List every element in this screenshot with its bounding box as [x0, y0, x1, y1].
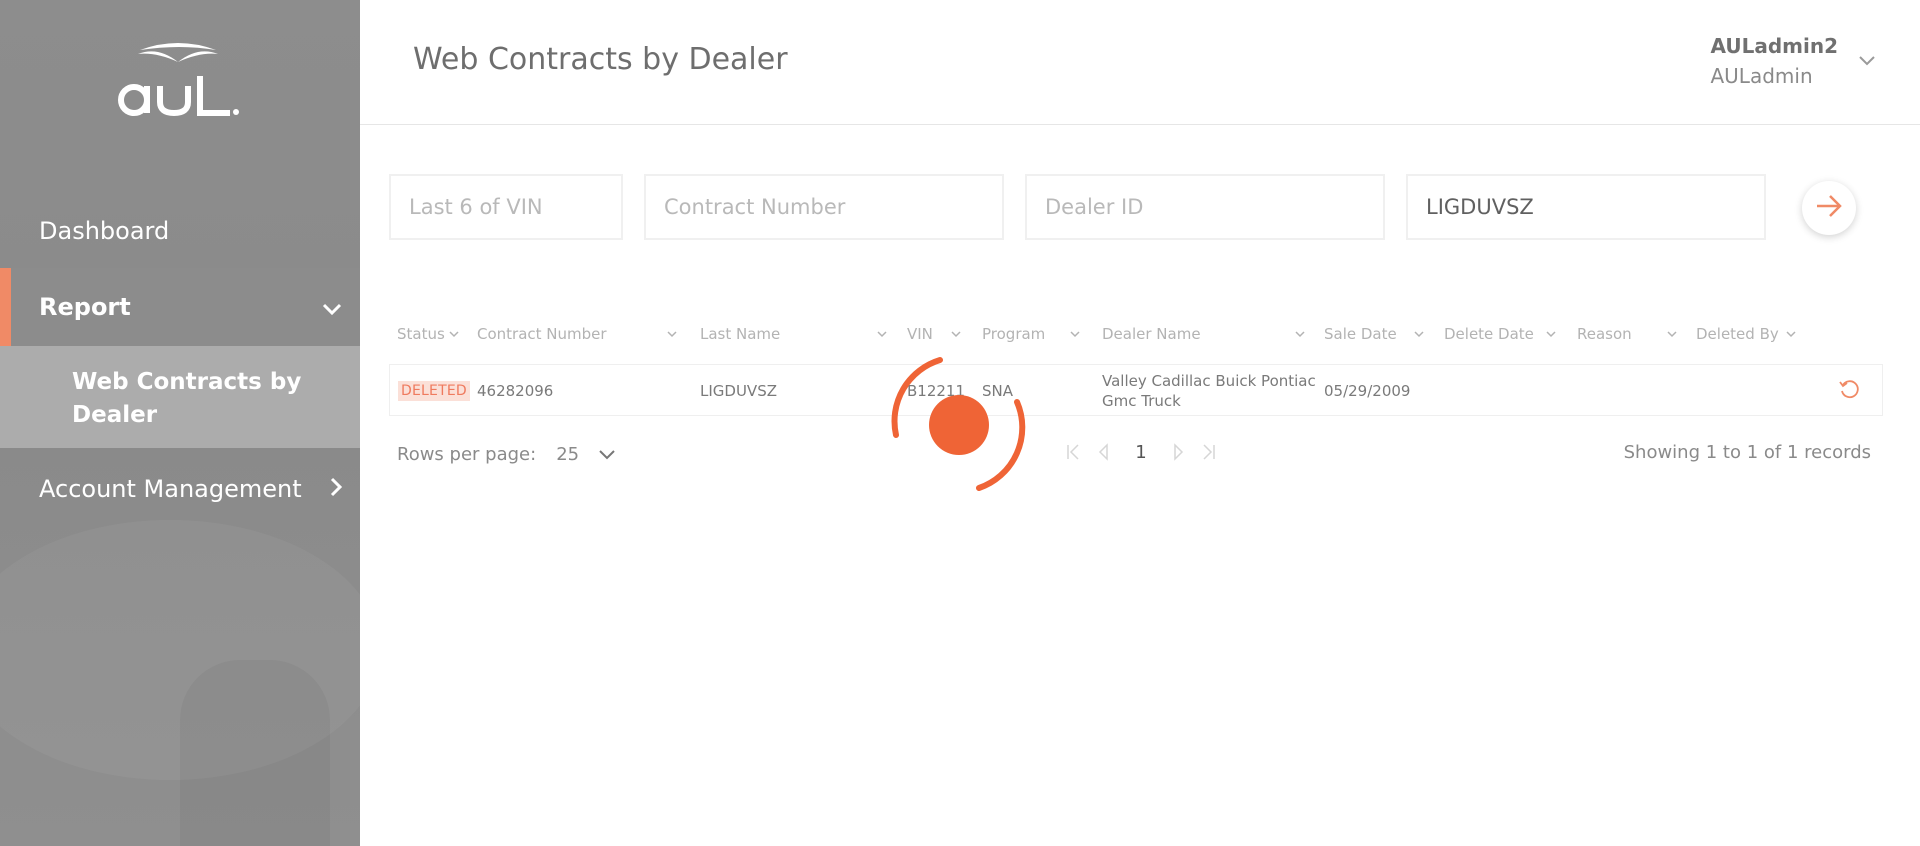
- sidebar-background-shape: [180, 660, 330, 846]
- chevron-down-icon: [667, 330, 677, 337]
- dealer-name-cell: Valley Cadillac Buick Pontiac Gmc Truck: [1102, 365, 1316, 417]
- loading-spinner: [886, 352, 1032, 498]
- user-role: AULadmin: [1710, 64, 1813, 88]
- sale-date-cell: 05/29/2009: [1324, 382, 1411, 400]
- rows-per-page-select[interactable]: 25: [556, 444, 579, 465]
- chevron-down-icon: [1414, 330, 1424, 337]
- column-header-label: Reason: [1577, 325, 1632, 343]
- status-badge: DELETED: [398, 381, 470, 401]
- sidebar-item-dashboard[interactable]: Dashboard: [0, 192, 360, 270]
- last-name-cell: LIGDUVSZ: [700, 382, 777, 400]
- chevron-down-icon: [322, 293, 342, 321]
- records-summary: Showing 1 to 1 of 1 records: [1623, 442, 1871, 463]
- first-page-icon[interactable]: [1064, 441, 1082, 463]
- last-name-input[interactable]: LIGDUVSZ: [1406, 174, 1766, 240]
- sidebar-item-label: Account Management: [39, 475, 302, 503]
- column-header-label: Delete Date: [1444, 325, 1534, 343]
- chevron-down-icon: [449, 330, 459, 337]
- active-indicator: [0, 268, 11, 346]
- rows-per-page: Rows per page: 25: [397, 444, 615, 465]
- chevron-down-icon: [877, 330, 887, 337]
- column-header-vin[interactable]: VIN: [907, 323, 961, 345]
- sidebar-item-web-contracts-by-dealer[interactable]: Web Contracts by Dealer: [0, 346, 360, 448]
- chevron-down-icon: [1295, 330, 1305, 337]
- search-submit-button[interactable]: [1802, 181, 1856, 235]
- column-header-status[interactable]: Status: [397, 323, 459, 345]
- column-header-dealer-name[interactable]: Dealer Name: [1102, 323, 1305, 345]
- column-header-label: VIN: [907, 325, 933, 343]
- status-cell: DELETED: [398, 365, 470, 417]
- contract-number-input[interactable]: Contract Number: [644, 174, 1004, 240]
- chevron-right-icon: [330, 475, 343, 503]
- spinner-core: [929, 395, 989, 455]
- user-menu[interactable]: AULadmin2 AULadmin: [1710, 34, 1838, 88]
- chevron-down-icon: [1667, 330, 1677, 337]
- column-header-reason[interactable]: Reason: [1577, 323, 1677, 345]
- column-header-label: Status: [397, 325, 445, 343]
- column-header-label: Last Name: [700, 325, 781, 343]
- sidebar: Dashboard Report Web Contracts by Dealer…: [0, 0, 360, 846]
- sidebar-item-label: Dashboard: [39, 217, 170, 245]
- column-header-program[interactable]: Program: [982, 323, 1080, 345]
- column-header-label: Program: [982, 325, 1046, 343]
- user-name: AULadmin2: [1710, 34, 1838, 58]
- sidebar-item-label: Web Contracts by Dealer: [72, 369, 302, 428]
- column-header-label: Contract Number: [477, 325, 607, 343]
- next-page-icon[interactable]: [1170, 441, 1188, 463]
- chevron-down-icon: [1546, 330, 1556, 337]
- current-page-number[interactable]: 1: [1124, 442, 1158, 463]
- chevron-down-icon[interactable]: [599, 444, 615, 465]
- dealer-id-input[interactable]: Dealer ID: [1025, 174, 1385, 240]
- column-header-deleted-by[interactable]: Deleted By: [1696, 323, 1796, 345]
- restore-icon: [1838, 378, 1860, 404]
- column-header-label: Sale Date: [1324, 325, 1397, 343]
- rows-per-page-label: Rows per page:: [397, 444, 537, 465]
- pagination-controls: 1: [1064, 441, 1218, 463]
- page-header: Web Contracts by Dealer AULadmin2 AULadm…: [360, 0, 1920, 125]
- aul-logo[interactable]: [118, 40, 244, 122]
- column-header-last-name[interactable]: Last Name: [700, 323, 887, 345]
- column-header-sale-date[interactable]: Sale Date: [1324, 323, 1424, 345]
- sidebar-item-account-management[interactable]: Account Management: [0, 450, 360, 528]
- last-page-icon[interactable]: [1200, 441, 1218, 463]
- table-row[interactable]: DELETED 46282096 LIGDUVSZ B12211 SNA Val…: [389, 364, 1883, 416]
- sidebar-item-label: Report: [39, 293, 131, 321]
- column-header-label: Deleted By: [1696, 325, 1779, 343]
- column-header-label: Dealer Name: [1102, 325, 1201, 343]
- dealer-name-line: Gmc Truck: [1102, 392, 1181, 410]
- contract-number-cell: 46282096: [477, 382, 554, 400]
- sidebar-item-report[interactable]: Report: [0, 268, 360, 346]
- previous-page-icon[interactable]: [1094, 441, 1112, 463]
- chevron-down-icon: [1070, 330, 1080, 337]
- column-header-contract-number[interactable]: Contract Number: [477, 323, 677, 345]
- chevron-down-icon: [1786, 330, 1796, 337]
- page-title: Web Contracts by Dealer: [413, 42, 788, 77]
- chevron-down-icon: [951, 330, 961, 337]
- vin-search-input[interactable]: Last 6 of VIN: [389, 174, 623, 240]
- column-header-delete-date[interactable]: Delete Date: [1444, 323, 1556, 345]
- dealer-name-line: Valley Cadillac Buick Pontiac: [1102, 372, 1316, 390]
- arrow-right-icon: [1815, 194, 1843, 222]
- chevron-down-icon[interactable]: [1858, 52, 1876, 71]
- restore-button[interactable]: [1838, 365, 1860, 417]
